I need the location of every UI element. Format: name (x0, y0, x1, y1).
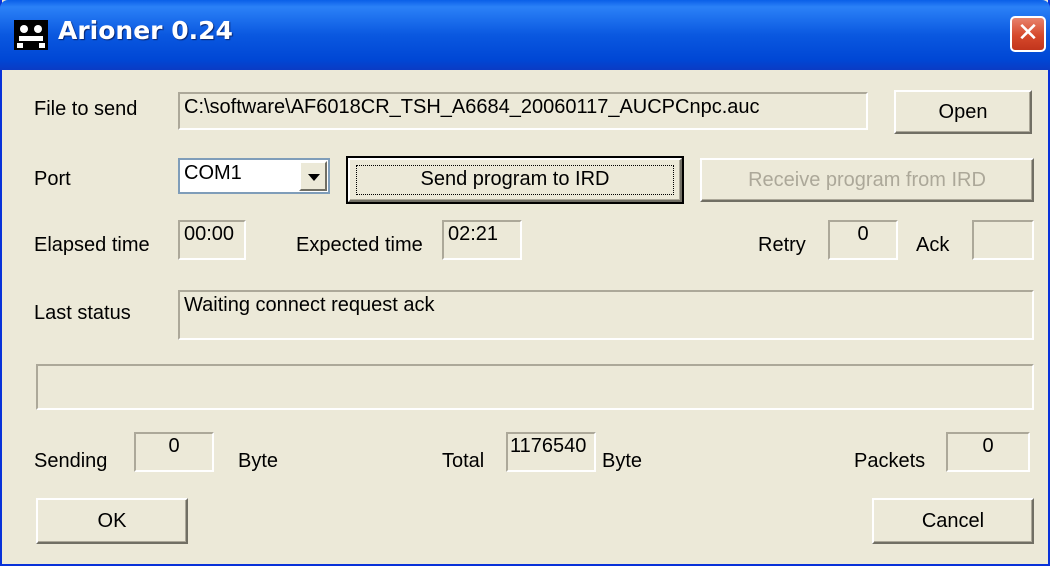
retry-label: Retry (758, 234, 806, 256)
close-icon[interactable]: ✕ (1010, 16, 1046, 52)
expected-time-label: Expected time (296, 234, 423, 256)
send-program-button[interactable]: Send program to IRD (346, 156, 684, 204)
total-label: Total (442, 450, 485, 472)
port-select[interactable]: COM1 (178, 158, 330, 194)
app-icon (14, 20, 48, 50)
file-path-field: C:\software\AF6018CR_TSH_A6684_20060117_… (178, 92, 868, 130)
arioner-window: Arioner 0.24 ✕ File to send C:\software\… (0, 0, 1050, 566)
port-label: Port (34, 168, 71, 190)
packets-label: Packets (854, 450, 926, 472)
send-program-label: Send program to IRD (420, 168, 610, 190)
elapsed-time-field: 00:00 (178, 220, 246, 260)
receive-program-button[interactable]: Receive program from IRD (700, 158, 1034, 202)
total-field: 1176540 (506, 432, 596, 472)
total-unit-label: Byte (602, 450, 643, 472)
sending-unit-label: Byte (238, 450, 279, 472)
window-title: Arioner 0.24 (58, 16, 233, 45)
last-status-field: Waiting connect request ack (178, 290, 1034, 340)
retry-field: 0 (828, 220, 898, 260)
sending-label: Sending (34, 450, 108, 472)
sending-field: 0 (134, 432, 214, 472)
elapsed-time-label: Elapsed time (34, 234, 150, 256)
dropdown-button[interactable] (299, 161, 327, 191)
port-select-value: COM1 (184, 162, 242, 184)
ack-field (972, 220, 1034, 260)
cancel-button[interactable]: Cancel (872, 498, 1034, 544)
expected-time-field: 02:21 (442, 220, 522, 260)
progress-bar (36, 364, 1034, 410)
chevron-down-icon (308, 174, 320, 181)
last-status-label: Last status (34, 302, 131, 324)
file-to-send-label: File to send (34, 98, 138, 120)
open-button[interactable]: Open (894, 90, 1032, 134)
title-bar[interactable]: Arioner 0.24 ✕ (0, 0, 1050, 70)
ok-button[interactable]: OK (36, 498, 188, 544)
packets-field: 0 (946, 432, 1030, 472)
ack-label: Ack (916, 234, 950, 256)
